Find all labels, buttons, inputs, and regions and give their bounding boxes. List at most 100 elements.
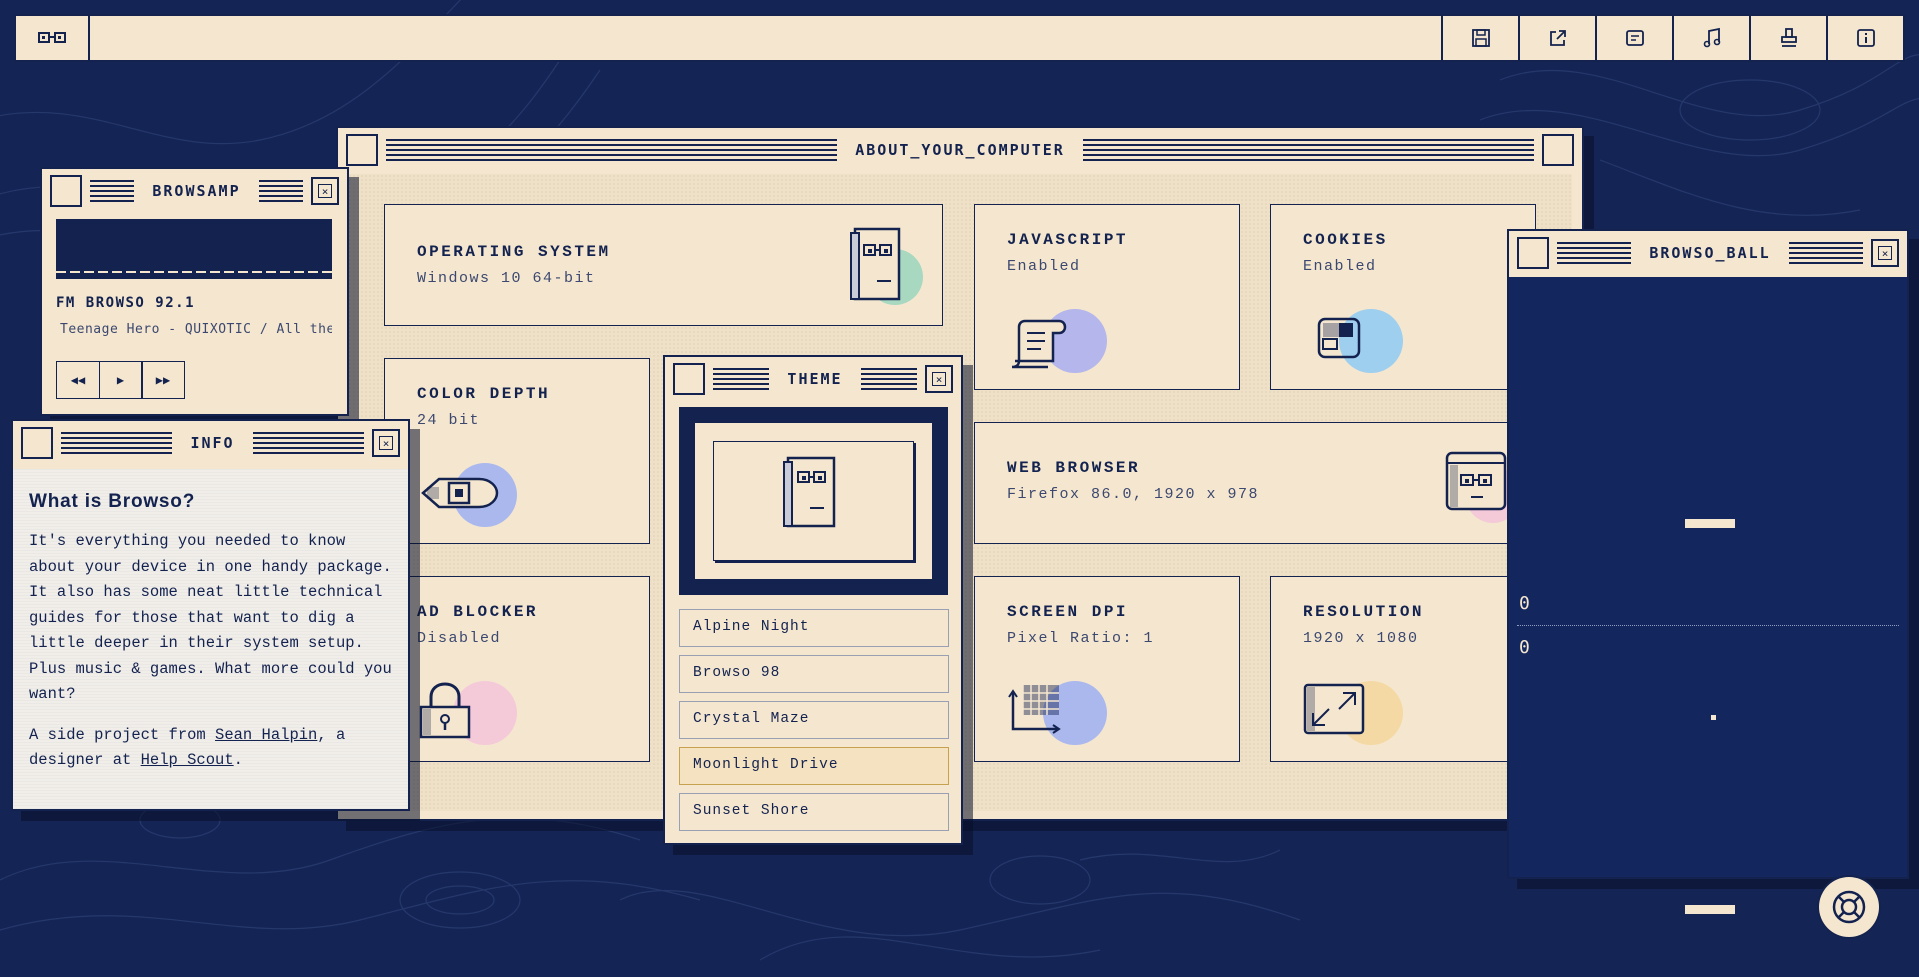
window-menu-box[interactable] [1517,237,1549,269]
window-menu-box[interactable] [50,175,82,207]
window-title: BROWSO_BALL [1649,244,1771,262]
rewind-button[interactable]: ◀◀ [56,361,100,399]
scroll-icon [1011,319,1067,369]
info-credit: A side project from Sean Halpin, a desig… [29,725,346,770]
theme-option-selected[interactable]: Moonlight Drive [679,747,949,785]
theme-option[interactable]: Alpine Night [679,609,949,647]
browsamp-titlebar[interactable]: BROWSAMP × [42,169,347,213]
card-value: Enabled [1303,258,1377,275]
fast-forward-icon: ▶▶ [155,373,171,387]
glasses-face-icon [38,32,66,43]
info-icon [1856,29,1875,47]
card-value: Disabled [417,630,502,647]
info-heading: What is Browso? [29,491,196,512]
info-paragraph: It's everything you needed to know about… [29,532,392,703]
window-menu-box[interactable] [346,134,378,166]
card-title: OPERATING SYSTEM [417,243,611,261]
window-menu-box[interactable] [21,427,53,459]
eye-icon [421,477,499,509]
book-face-icon [783,456,836,528]
rewind-icon: ◀◀ [70,373,86,387]
music-icon [1703,27,1720,48]
game-field[interactable]: 0 0 [1509,277,1907,914]
screenshot-button[interactable] [1595,16,1672,60]
now-playing-ticker: Teenage Hero - QUIXOTIC / All the hit [60,322,332,337]
company-link[interactable]: Help Scout [141,751,234,769]
resize-icon [1303,683,1365,735]
info-titlebar[interactable]: INFO × [13,421,408,465]
window-title: THEME [787,370,843,388]
fast-forward-button[interactable]: ▶▶ [141,361,185,399]
info-content: What is Browso? It's everything you need… [13,469,408,809]
player-paddle[interactable] [1685,905,1735,914]
score-bottom: 0 [1519,637,1530,658]
theme-window: THEME × Alpine Night Browso 98 Crystal M… [663,355,963,845]
lifebuoy-icon [1832,890,1866,924]
center-line [1517,625,1899,626]
help-button[interactable] [1819,877,1879,937]
play-icon: ▶ [116,373,125,387]
author-link[interactable]: Sean Halpin [215,726,317,744]
close-button[interactable]: × [311,177,339,205]
theme-titlebar[interactable]: THEME × [665,357,961,401]
screen-dpi-card: SCREEN DPI Pixel Ratio: 1 [974,576,1240,762]
share-icon [1549,30,1566,46]
play-button[interactable]: ▶ [98,361,143,399]
card-value: Pixel Ratio: 1 [1007,630,1155,647]
browso-ball-window: BROWSO_BALL × 0 0 [1507,229,1909,914]
cookie-jar-icon [1317,317,1361,359]
card-value: 1920 x 1080 [1303,630,1419,647]
theme-option[interactable]: Crystal Maze [679,701,949,739]
music-button[interactable] [1672,16,1749,60]
theme-option[interactable]: Sunset Shore [679,793,949,831]
save-button[interactable] [1441,16,1518,60]
screenshot-icon [1625,30,1644,46]
window-title: BROWSAMP [152,182,241,200]
close-button[interactable]: × [372,429,400,457]
theme-option[interactable]: Browso 98 [679,655,949,693]
cookies-card: COOKIES Enabled [1270,204,1536,390]
javascript-card: JAVASCRIPT Enabled [974,204,1240,390]
color-depth-card: COLOR DEPTH 24 bit [384,358,650,544]
web-browser-card: WEB BROWSER Firefox 86.0, 1920 x 978 [974,422,1536,544]
window-menu-box[interactable] [673,363,705,395]
close-button[interactable]: × [925,365,953,393]
close-icon: × [1878,246,1892,260]
window-title: ABOUT_YOUR_COMPUTER [855,141,1065,159]
os-card: OPERATING SYSTEM Windows 10 64-bit [384,204,943,326]
opponent-paddle [1685,519,1735,528]
about-window-titlebar[interactable]: ABOUT_YOUR_COMPUTER [338,128,1582,172]
stamp-icon [1780,28,1797,47]
card-title: JAVASCRIPT [1007,231,1129,249]
book-face-icon [850,227,901,301]
close-icon: × [379,436,393,450]
card-title: AD BLOCKER [417,603,539,621]
info-button[interactable] [1826,16,1903,60]
window-maximize-box[interactable] [1542,134,1574,166]
card-title: SCREEN DPI [1007,603,1129,621]
close-icon: × [932,372,946,386]
padlock-icon [419,682,471,739]
ad-blocker-card: AD BLOCKER Disabled [384,576,650,762]
card-value: Windows 10 64-bit [417,270,596,287]
card-value: Firefox 86.0, 1920 x 978 [1007,486,1260,503]
close-button[interactable]: × [1871,239,1899,267]
window-title: INFO [190,434,235,452]
browser-face-icon [1445,451,1507,511]
visualizer-screen [56,219,332,279]
card-title: RESOLUTION [1303,603,1425,621]
share-button[interactable] [1518,16,1595,60]
pixel-grid-icon [1008,685,1061,734]
top-toolbar [14,14,1905,62]
resolution-card: RESOLUTION 1920 x 1080 [1270,576,1536,762]
save-icon [1471,29,1490,47]
logo-button[interactable] [16,16,90,60]
card-value: 24 bit [417,412,481,429]
player-controls: ◀◀ ▶ ▶▶ [56,361,185,399]
card-title: COLOR DEPTH [417,385,551,403]
stamp-button[interactable] [1749,16,1826,60]
info-window: INFO × What is Browso? It's everything y… [11,419,410,811]
close-icon: × [318,184,332,198]
theme-preview [679,407,948,595]
browso-ball-titlebar[interactable]: BROWSO_BALL × [1509,231,1907,275]
